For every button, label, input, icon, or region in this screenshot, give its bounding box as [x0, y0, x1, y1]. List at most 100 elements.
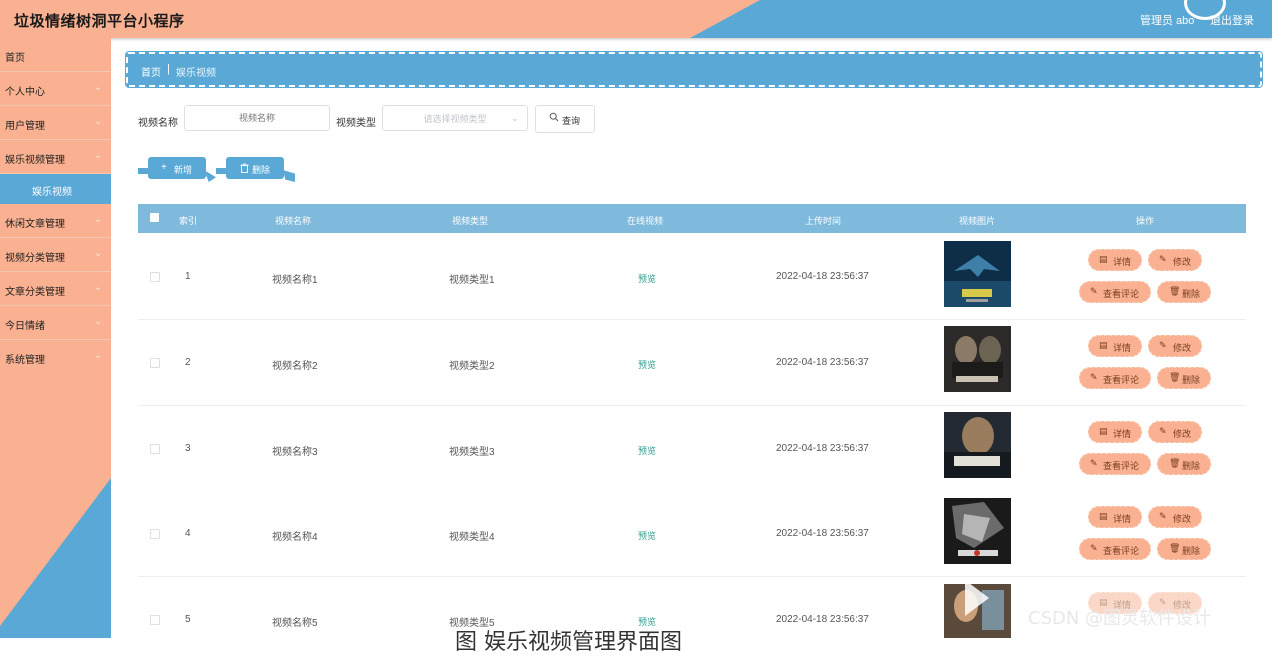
detail-button[interactable]: ▤ 详情 [1088, 421, 1142, 443]
delete-button-label: 删除 [252, 165, 271, 175]
sidebar-item-system[interactable]: 系统管理 ⌄ [0, 340, 111, 373]
preview-link[interactable]: 预览 [638, 529, 656, 542]
row-upload-time: 2022-04-18 23:56:37 [776, 614, 869, 625]
edit-button[interactable]: ✎ 修改 [1148, 506, 1202, 528]
edit-button[interactable]: ✎ 修改 [1148, 249, 1202, 271]
edit-icon: ✎ [1090, 543, 1098, 553]
row-delete-button[interactable]: 🗑 删除 [1157, 281, 1211, 303]
column-header: 在线视频 [627, 216, 664, 226]
row-delete-button[interactable]: 🗑 删除 [1157, 367, 1211, 389]
edit-button-label: 修改 [1173, 429, 1192, 439]
video-thumbnail[interactable] [944, 498, 1011, 564]
row-video-type: 视频类型3 [449, 447, 495, 458]
row-delete-button[interactable]: 🗑 删除 [1157, 453, 1211, 475]
row-video-type: 视频类型4 [449, 532, 495, 543]
video-type-select[interactable]: 请选择视频类型 [382, 105, 528, 131]
sidebar-item-video-management[interactable]: 娱乐视频管理 ⌄ [0, 140, 111, 174]
row-index: 5 [185, 614, 191, 625]
table-row: 2 视频名称2 视频类型2 预览 2022-04-18 23:56:37 ▤ 详情… [138, 320, 1246, 406]
delete-button[interactable]: 删除 [226, 157, 284, 179]
chevron-down-icon: ⌄ [94, 316, 103, 327]
video-name-label: 视频名称 [138, 118, 178, 129]
sidebar-subitem-videos[interactable]: 娱乐视频 [0, 174, 111, 204]
table-row: 1 视频名称1 视频类型1 预览 2022-04-18 23:56:37 ▤ 详情… [138, 234, 1246, 320]
detail-button-label: 详情 [1113, 429, 1132, 439]
video-type-placeholder: 请选择视频类型 [423, 114, 487, 124]
preview-link[interactable]: 预览 [638, 444, 656, 457]
video-thumbnail[interactable] [944, 326, 1011, 392]
sidebar-item-personal-center[interactable]: 个人中心 ⌄ [0, 72, 111, 106]
top-header: 垃圾情绪树洞平台小程序 管理员 abo 退出登录 [0, 0, 1272, 38]
edit-button-label: 修改 [1173, 514, 1192, 524]
breadcrumb-home[interactable]: 首页 [141, 64, 161, 79]
chevron-down-icon: ⌄ [94, 282, 103, 293]
add-button[interactable]: + 新增 [148, 157, 206, 179]
view-comments-button[interactable]: ✎ 查看评论 [1079, 453, 1151, 475]
select-all-checkbox[interactable] [150, 213, 159, 222]
play-icon [965, 580, 989, 616]
sidebar-item-label: 系统管理 [5, 355, 45, 366]
row-checkbox[interactable] [150, 444, 160, 454]
admin-user-label: 管理员 abo [1140, 15, 1195, 27]
view-comments-button[interactable]: ✎ 查看评论 [1079, 538, 1151, 560]
trash-icon: 🗑 [1169, 372, 1181, 382]
preview-link[interactable]: 预览 [638, 358, 656, 371]
chevron-down-icon: ⌄ [94, 248, 103, 259]
chevron-down-icon: ⌄ [511, 113, 519, 123]
trash-icon: 🗑 [1169, 458, 1181, 468]
sidebar-item-label: 用户管理 [5, 121, 45, 132]
video-thumbnail[interactable] [944, 241, 1011, 307]
row-checkbox[interactable] [150, 272, 160, 282]
row-video-name: 视频名称2 [272, 361, 318, 372]
sidebar-item-video-category[interactable]: 视频分类管理 ⌄ [0, 238, 111, 272]
row-video-name: 视频名称5 [272, 618, 318, 629]
logout-link[interactable]: 退出登录 [1210, 12, 1254, 28]
preview-link[interactable]: 预览 [638, 272, 656, 285]
detail-button-label: 详情 [1113, 514, 1132, 524]
figure-caption: 图 娱乐视频管理界面图 [455, 630, 682, 655]
edit-button[interactable]: ✎ 修改 [1148, 421, 1202, 443]
sidebar-item-label: 首页 [5, 53, 25, 64]
table-row: 4 视频名称4 视频类型4 预览 2022-04-18 23:56:37 ▤ 详情… [138, 491, 1246, 577]
view-comments-button[interactable]: ✎ 查看评论 [1079, 367, 1151, 389]
column-header: 索引 [179, 216, 198, 226]
detail-button[interactable]: ▤ 详情 [1088, 335, 1142, 357]
sidebar-item-article-management[interactable]: 休闲文章管理 ⌄ [0, 204, 111, 238]
edit-icon: ✎ [1159, 254, 1167, 264]
chevron-down-icon: ⌄ [94, 214, 103, 225]
row-delete-button[interactable]: 🗑 删除 [1157, 538, 1211, 560]
row-checkbox[interactable] [150, 615, 160, 625]
poster-image [944, 412, 1011, 478]
detail-button[interactable]: ▤ 详情 [1088, 506, 1142, 528]
sidebar-item-home[interactable]: 首页 [0, 38, 111, 72]
query-button[interactable]: 查询 [535, 105, 595, 133]
detail-button[interactable]: ▤ 详情 [1088, 249, 1142, 271]
breadcrumb-separator: | [167, 63, 170, 75]
row-upload-time: 2022-04-18 23:56:37 [776, 443, 869, 454]
table-header: 索引 视频名称 视频类型 在线视频 上传时间 视频图片 操作 [138, 204, 1246, 233]
row-video-name: 视频名称1 [272, 275, 318, 286]
video-thumbnail[interactable] [944, 412, 1011, 478]
query-button-label: 查询 [562, 116, 581, 126]
row-upload-time: 2022-04-18 23:56:37 [776, 357, 869, 368]
video-name-input[interactable] [184, 105, 330, 131]
breadcrumb-current: 娱乐视频 [176, 68, 216, 79]
button-decoration [283, 170, 295, 182]
document-icon: ▤ [1099, 340, 1108, 350]
detail-button-label: 详情 [1113, 257, 1132, 267]
view-comments-label: 查看评论 [1103, 375, 1140, 385]
sidebar-item-user-management[interactable]: 用户管理 ⌄ [0, 106, 111, 140]
sidebar-decoration [0, 478, 111, 638]
row-checkbox[interactable] [150, 358, 160, 368]
sidebar-item-label: 今日情绪 [5, 321, 45, 332]
row-checkbox[interactable] [150, 529, 160, 539]
view-comments-button[interactable]: ✎ 查看评论 [1079, 281, 1151, 303]
sidebar-item-article-category[interactable]: 文章分类管理 ⌄ [0, 272, 111, 306]
trash-icon: 🗑 [1169, 543, 1181, 553]
sidebar-item-today-mood[interactable]: 今日情绪 ⌄ [0, 306, 111, 340]
edit-button[interactable]: ✎ 修改 [1148, 335, 1202, 357]
breadcrumb: 首页 | 娱乐视频 [125, 51, 1263, 88]
row-delete-label: 删除 [1182, 375, 1201, 385]
chevron-down-icon: ⌄ [94, 82, 103, 93]
watermark: CSDN @图灵软件设计 [1028, 608, 1212, 629]
